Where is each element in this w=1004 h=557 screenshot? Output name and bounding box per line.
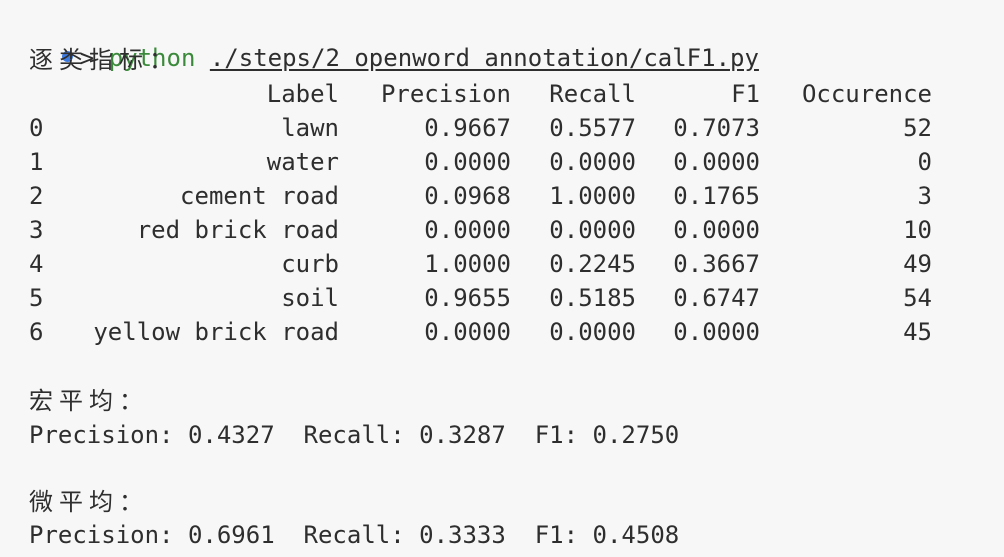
header-label: Label	[266, 80, 339, 108]
row-occurence: 49	[903, 250, 932, 278]
row-precision: 0.0968	[424, 182, 511, 210]
row-f1: 0.3667	[673, 250, 760, 278]
row-recall: 0.0000	[549, 216, 636, 244]
terminal-output: > python ./steps/2 openword annotation/c…	[0, 0, 1004, 557]
row-label: yellow brick road	[93, 318, 339, 346]
header-f1: F1	[731, 80, 760, 108]
row-label: soil	[281, 284, 339, 312]
row-occurence: 0	[917, 148, 932, 176]
row-occurence: 3	[917, 182, 932, 210]
row-f1: 0.6747	[673, 284, 760, 312]
row-label: lawn	[281, 114, 339, 142]
script-path-link[interactable]: ./steps/2 openword annotation/calF1.py	[210, 44, 759, 72]
header-occurence: Occurence	[801, 80, 932, 108]
micro-average-line: Precision: 0.6961 Recall: 0.3333 F1: 0.4…	[29, 521, 680, 549]
row-precision: 0.9667	[424, 114, 511, 142]
row-index: 6	[29, 318, 44, 346]
row-precision: 0.0000	[424, 216, 511, 244]
row-f1: 0.0000	[673, 216, 760, 244]
row-label: curb	[281, 250, 339, 278]
row-recall: 1.0000	[549, 182, 636, 210]
row-precision: 0.0000	[424, 148, 511, 176]
row-occurence: 54	[903, 284, 932, 312]
row-f1: 0.0000	[673, 318, 760, 346]
row-f1: 0.0000	[673, 148, 760, 176]
row-occurence: 10	[903, 216, 932, 244]
row-precision: 0.0000	[424, 318, 511, 346]
row-occurence: 45	[903, 318, 932, 346]
row-index: 2	[29, 182, 44, 210]
row-recall: 0.5577	[549, 114, 636, 142]
row-precision: 0.9655	[424, 284, 511, 312]
micro-average-heading: 微平均：	[29, 488, 149, 516]
row-label: cement road	[180, 182, 339, 210]
row-index: 3	[29, 216, 44, 244]
row-f1: 0.1765	[673, 182, 760, 210]
row-index: 1	[29, 148, 44, 176]
row-index: 5	[29, 284, 44, 312]
row-index: 0	[29, 114, 44, 142]
row-recall: 0.0000	[549, 318, 636, 346]
row-index: 4	[29, 250, 44, 278]
command-prompt-line: > python ./steps/2 openword annotation/c…	[4, 10, 759, 72]
row-recall: 0.5185	[549, 284, 636, 312]
macro-average-line: Precision: 0.4327 Recall: 0.3287 F1: 0.2…	[29, 421, 680, 449]
per-class-heading: 逐类指标：	[29, 46, 179, 74]
row-f1: 0.7073	[673, 114, 760, 142]
header-precision: Precision	[380, 80, 511, 108]
row-label: water	[266, 148, 339, 176]
macro-average-heading: 宏平均：	[29, 387, 149, 415]
row-recall: 0.2245	[549, 250, 636, 278]
row-recall: 0.0000	[549, 148, 636, 176]
header-recall: Recall	[549, 80, 636, 108]
row-label: red brick road	[136, 216, 339, 244]
row-precision: 1.0000	[424, 250, 511, 278]
row-occurence: 52	[903, 114, 932, 142]
